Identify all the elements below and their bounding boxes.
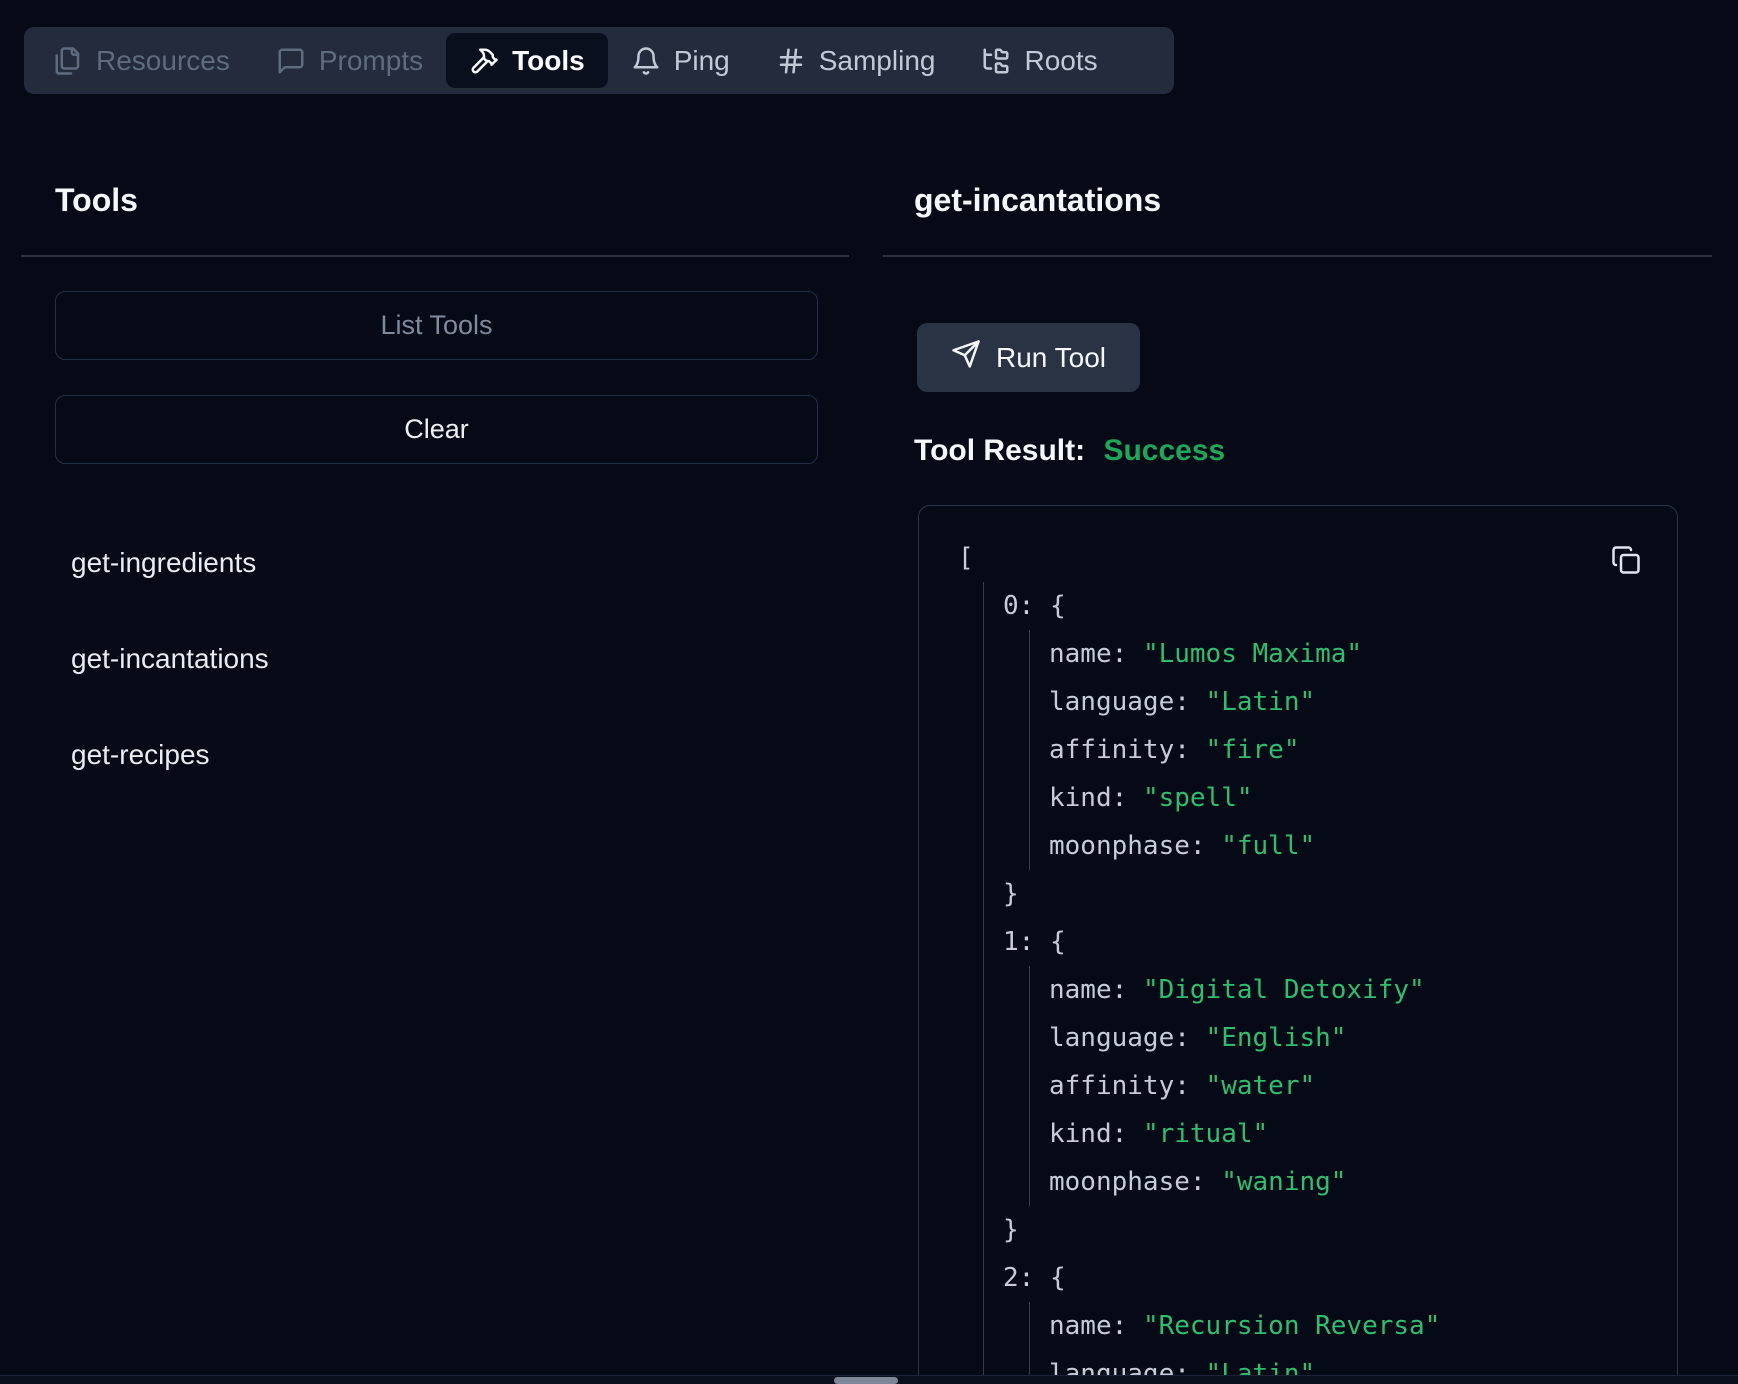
json-row: kind: "spell" xyxy=(1049,774,1677,822)
horizontal-scrollbar-track[interactable] xyxy=(0,1375,1738,1384)
horizontal-scrollbar-thumb[interactable] xyxy=(834,1377,898,1384)
json-row: 0: { xyxy=(1003,582,1677,630)
hash-icon xyxy=(776,46,806,76)
folder-tree-icon xyxy=(981,46,1011,76)
tool-list: get-ingredientsget-incantationsget-recip… xyxy=(71,515,269,803)
tab-resources[interactable]: Resources xyxy=(30,33,253,88)
tab-label: Resources xyxy=(96,45,230,77)
send-icon xyxy=(951,339,981,376)
send-icon xyxy=(951,339,981,369)
json-children: name: "Lumos Maxima"language: "Latin"aff… xyxy=(1029,630,1677,870)
right-panel-divider xyxy=(883,255,1712,257)
json-row: moonphase: "waning" xyxy=(1049,1158,1677,1206)
tool-result-status-badge: Success xyxy=(1103,434,1225,467)
json-result-viewer[interactable]: [0: {name: "Lumos Maxima"language: "Lati… xyxy=(918,505,1678,1384)
json-row: affinity: "fire" xyxy=(1049,726,1677,774)
json-row: } xyxy=(1003,870,1677,918)
tool-list-item-get-recipes[interactable]: get-recipes xyxy=(71,707,269,803)
json-children: 0: {name: "Lumos Maxima"language: "Latin… xyxy=(983,582,1677,1384)
json-children: name: "Recursion Reversa"language: "Lati… xyxy=(1029,1302,1677,1384)
json-row: name: "Digital Detoxify" xyxy=(1049,966,1677,1014)
tab-tools[interactable]: Tools xyxy=(446,33,608,88)
tab-roots[interactable]: Roots xyxy=(958,33,1120,88)
json-row: affinity: "water" xyxy=(1049,1062,1677,1110)
clear-button[interactable]: Clear xyxy=(55,395,818,464)
json-children: name: "Digital Detoxify"language: "Engli… xyxy=(1029,966,1677,1206)
tab-label: Prompts xyxy=(319,45,423,77)
json-row: 2: { xyxy=(1003,1254,1677,1302)
run-tool-button[interactable]: Run Tool xyxy=(917,323,1140,392)
message-square-icon xyxy=(276,46,306,76)
tab-sampling[interactable]: Sampling xyxy=(753,33,959,88)
selected-tool-title: get-incantations xyxy=(914,182,1161,219)
tool-result-line: Tool Result: Success xyxy=(914,434,1225,468)
run-tool-label: Run Tool xyxy=(996,342,1106,374)
left-panel-divider xyxy=(21,255,849,257)
list-tools-button[interactable]: List Tools xyxy=(55,291,818,360)
json-row: name: "Lumos Maxima" xyxy=(1049,630,1677,678)
json-row: 1: { xyxy=(1003,918,1677,966)
json-tree: [0: {name: "Lumos Maxima"language: "Lati… xyxy=(919,506,1677,1384)
tool-list-item-get-ingredients[interactable]: get-ingredients xyxy=(71,515,269,611)
tab-bar: Resources Prompts Tools Ping Sampling Roots xyxy=(24,27,1174,94)
tool-list-item-get-incantations[interactable]: get-incantations xyxy=(71,611,269,707)
json-row: } xyxy=(1003,1206,1677,1254)
tab-label: Roots xyxy=(1024,45,1097,77)
tab-ping[interactable]: Ping xyxy=(608,33,753,88)
json-row: language: "English" xyxy=(1049,1014,1677,1062)
tab-label: Sampling xyxy=(819,45,936,77)
tab-label: Ping xyxy=(674,45,730,77)
tool-result-label: Tool Result: xyxy=(914,434,1085,467)
json-row: name: "Recursion Reversa" xyxy=(1049,1302,1677,1350)
json-row: [ xyxy=(958,534,1677,582)
json-row: language: "Latin" xyxy=(1049,678,1677,726)
json-row: moonphase: "full" xyxy=(1049,822,1677,870)
files-icon xyxy=(53,46,83,76)
tab-label: Tools xyxy=(512,45,585,77)
tab-prompts[interactable]: Prompts xyxy=(253,33,446,88)
bell-icon xyxy=(631,46,661,76)
page-title: Tools xyxy=(55,182,138,219)
json-row: kind: "ritual" xyxy=(1049,1110,1677,1158)
hammer-icon xyxy=(469,46,499,76)
